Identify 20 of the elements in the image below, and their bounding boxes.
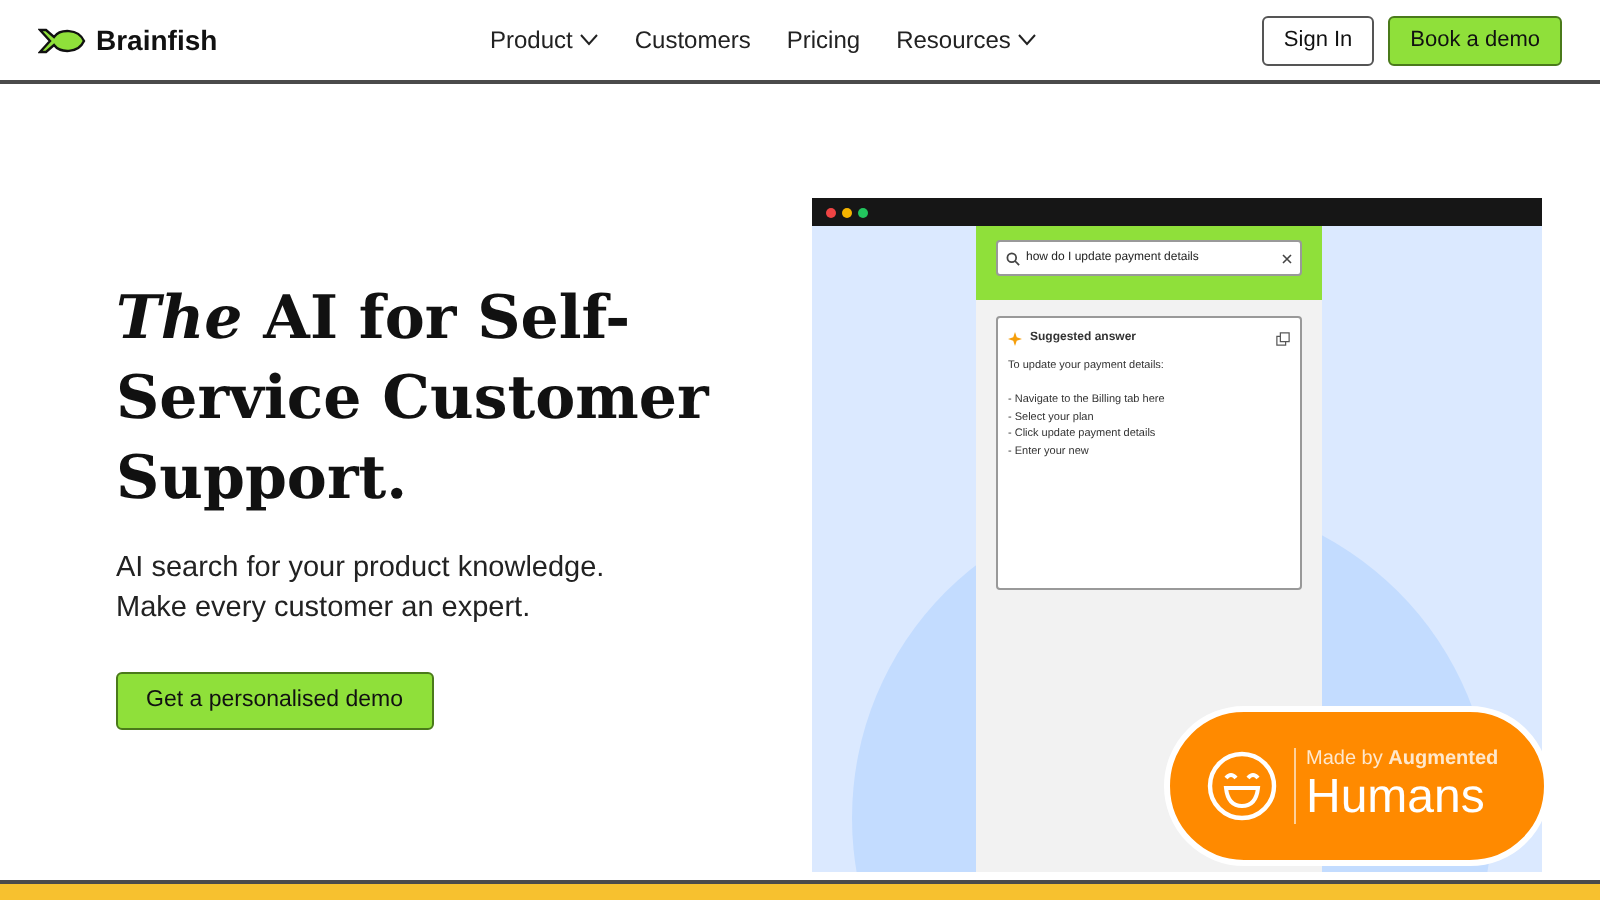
badge-title: Humans	[1306, 772, 1487, 824]
book-demo-button[interactable]: Book a demo	[1388, 15, 1562, 65]
chevron-down-icon	[580, 34, 599, 46]
search-icon	[1006, 251, 1020, 265]
fish-logo-icon[interactable]	[38, 27, 86, 53]
personalised-demo-button[interactable]: Get a personalised demo	[116, 672, 433, 730]
nav-link[interactable]: Product	[490, 22, 599, 58]
nav-link[interactable]: Pricing	[786, 22, 861, 58]
hero-subtitle: AI search for your product knowledge. Make every customer an expert.	[116, 550, 607, 628]
chevron-down-icon	[1018, 34, 1037, 46]
nav-link[interactable]: Resources	[896, 22, 1037, 58]
sign-in-button[interactable]: Sign In	[1261, 15, 1375, 65]
smiley-icon	[1206, 750, 1278, 822]
hero-heading: The AI for Self-Service Customer Support.	[116, 282, 712, 518]
copy-icon[interactable]	[1276, 332, 1290, 346]
brand-name[interactable]: Brainfish	[96, 19, 218, 61]
sparkle-icon	[1008, 332, 1022, 346]
badge-caption: Made by Augmented	[1306, 748, 1499, 772]
nav-link[interactable]: Customers	[634, 22, 751, 58]
close-icon[interactable]	[1282, 253, 1292, 263]
